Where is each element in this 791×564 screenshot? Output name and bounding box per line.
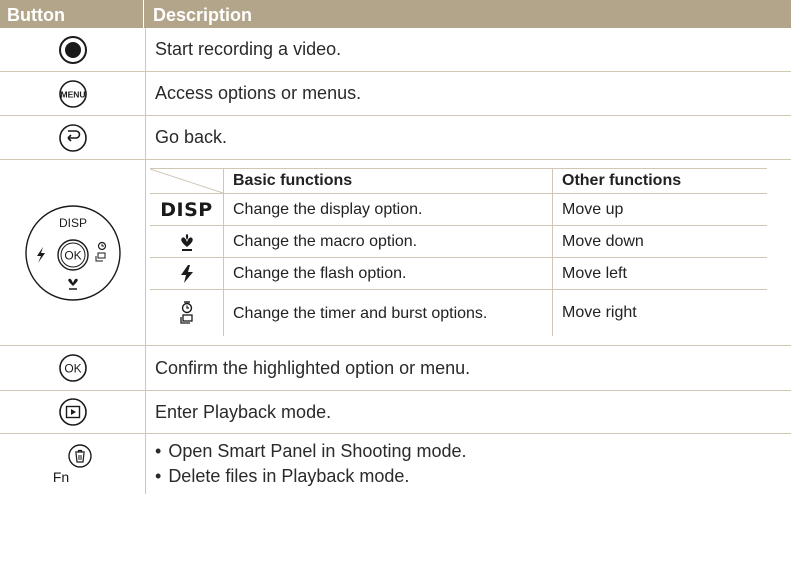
row-description: Confirm the highlighted option or menu.	[155, 357, 471, 378]
header-description: Description	[153, 5, 253, 25]
table-header: Button Description	[0, 0, 791, 28]
subtable-row: Change the macro option. Move down	[150, 226, 767, 258]
list-item: Delete files in Playback mode.	[155, 464, 467, 489]
list-item: Open Smart Panel in Shooting mode.	[155, 439, 466, 464]
subtable-row: Change the timer and burst options. Move…	[150, 290, 767, 336]
record-button-icon	[58, 35, 87, 64]
svg-text:DISP: DISP	[58, 216, 86, 230]
back-button-icon	[58, 123, 87, 152]
subtable-other: Move left	[562, 264, 627, 282]
navigation-subtable: Basic functions Other functions DISP Cha…	[150, 168, 767, 336]
subtable-other: Move down	[562, 232, 644, 250]
svg-text:OK: OK	[64, 362, 81, 376]
row-description: Go back.	[155, 127, 228, 147]
table-row-navigation: OK DISP Basic functions Other functions	[0, 160, 791, 346]
subtable-basic: Change the macro option.	[224, 226, 553, 257]
subtable-row: DISP Change the display option. Move up	[150, 194, 767, 226]
playback-button-icon	[58, 398, 87, 426]
fn-delete-button-icon: Fn	[53, 444, 92, 485]
button-description-table: Button Description Start recording a vid…	[0, 0, 791, 494]
macro-icon	[180, 233, 193, 251]
navigation-subtable-wrap: Basic functions Other functions DISP Cha…	[146, 160, 791, 345]
row-description: Enter Playback mode.	[155, 401, 332, 422]
svg-text:Fn: Fn	[53, 469, 69, 485]
subtable-header: Basic functions Other functions	[150, 169, 767, 194]
table-row-ok: OK Confirm the highlighted option or men…	[0, 346, 791, 391]
subtable-col-basic: Basic functions	[224, 169, 553, 193]
subtable-other: Move up	[562, 200, 624, 218]
header-button: Button	[0, 0, 144, 28]
svg-text:OK: OK	[64, 248, 81, 262]
subtable-col-other: Other functions	[562, 172, 682, 189]
ok-button-icon: OK	[58, 354, 87, 382]
timer-burst-icon	[179, 301, 193, 324]
menu-button-icon: MENU	[58, 79, 87, 108]
disp-label: DISP	[160, 198, 213, 221]
subtable-basic: Change the flash option.	[224, 258, 553, 289]
table-row-menu: MENU Access options or menus.	[0, 72, 791, 116]
subtable-basic: Change the timer and burst options.	[224, 290, 553, 336]
table-row-playback: Enter Playback mode.	[0, 391, 791, 434]
row-description: Access options or menus.	[155, 83, 362, 103]
subtable-row: Change the flash option. Move left	[150, 258, 767, 290]
row-description: Start recording a video.	[155, 39, 342, 59]
diagonal-divider	[150, 169, 223, 193]
table-row-record: Start recording a video.	[0, 28, 791, 72]
subtable-other: Move right	[562, 304, 637, 321]
table-row-fn: Fn Open Smart Panel in Shooting mode. De…	[0, 434, 791, 494]
svg-text:MENU: MENU	[60, 89, 85, 99]
fn-bullet-list: Open Smart Panel in Shooting mode. Delet…	[155, 439, 467, 489]
table-row-back: Go back.	[0, 116, 791, 160]
subtable-basic: Change the display option.	[224, 194, 553, 225]
flash-icon	[180, 264, 193, 283]
navigation-dial-icon: OK DISP	[24, 204, 121, 301]
